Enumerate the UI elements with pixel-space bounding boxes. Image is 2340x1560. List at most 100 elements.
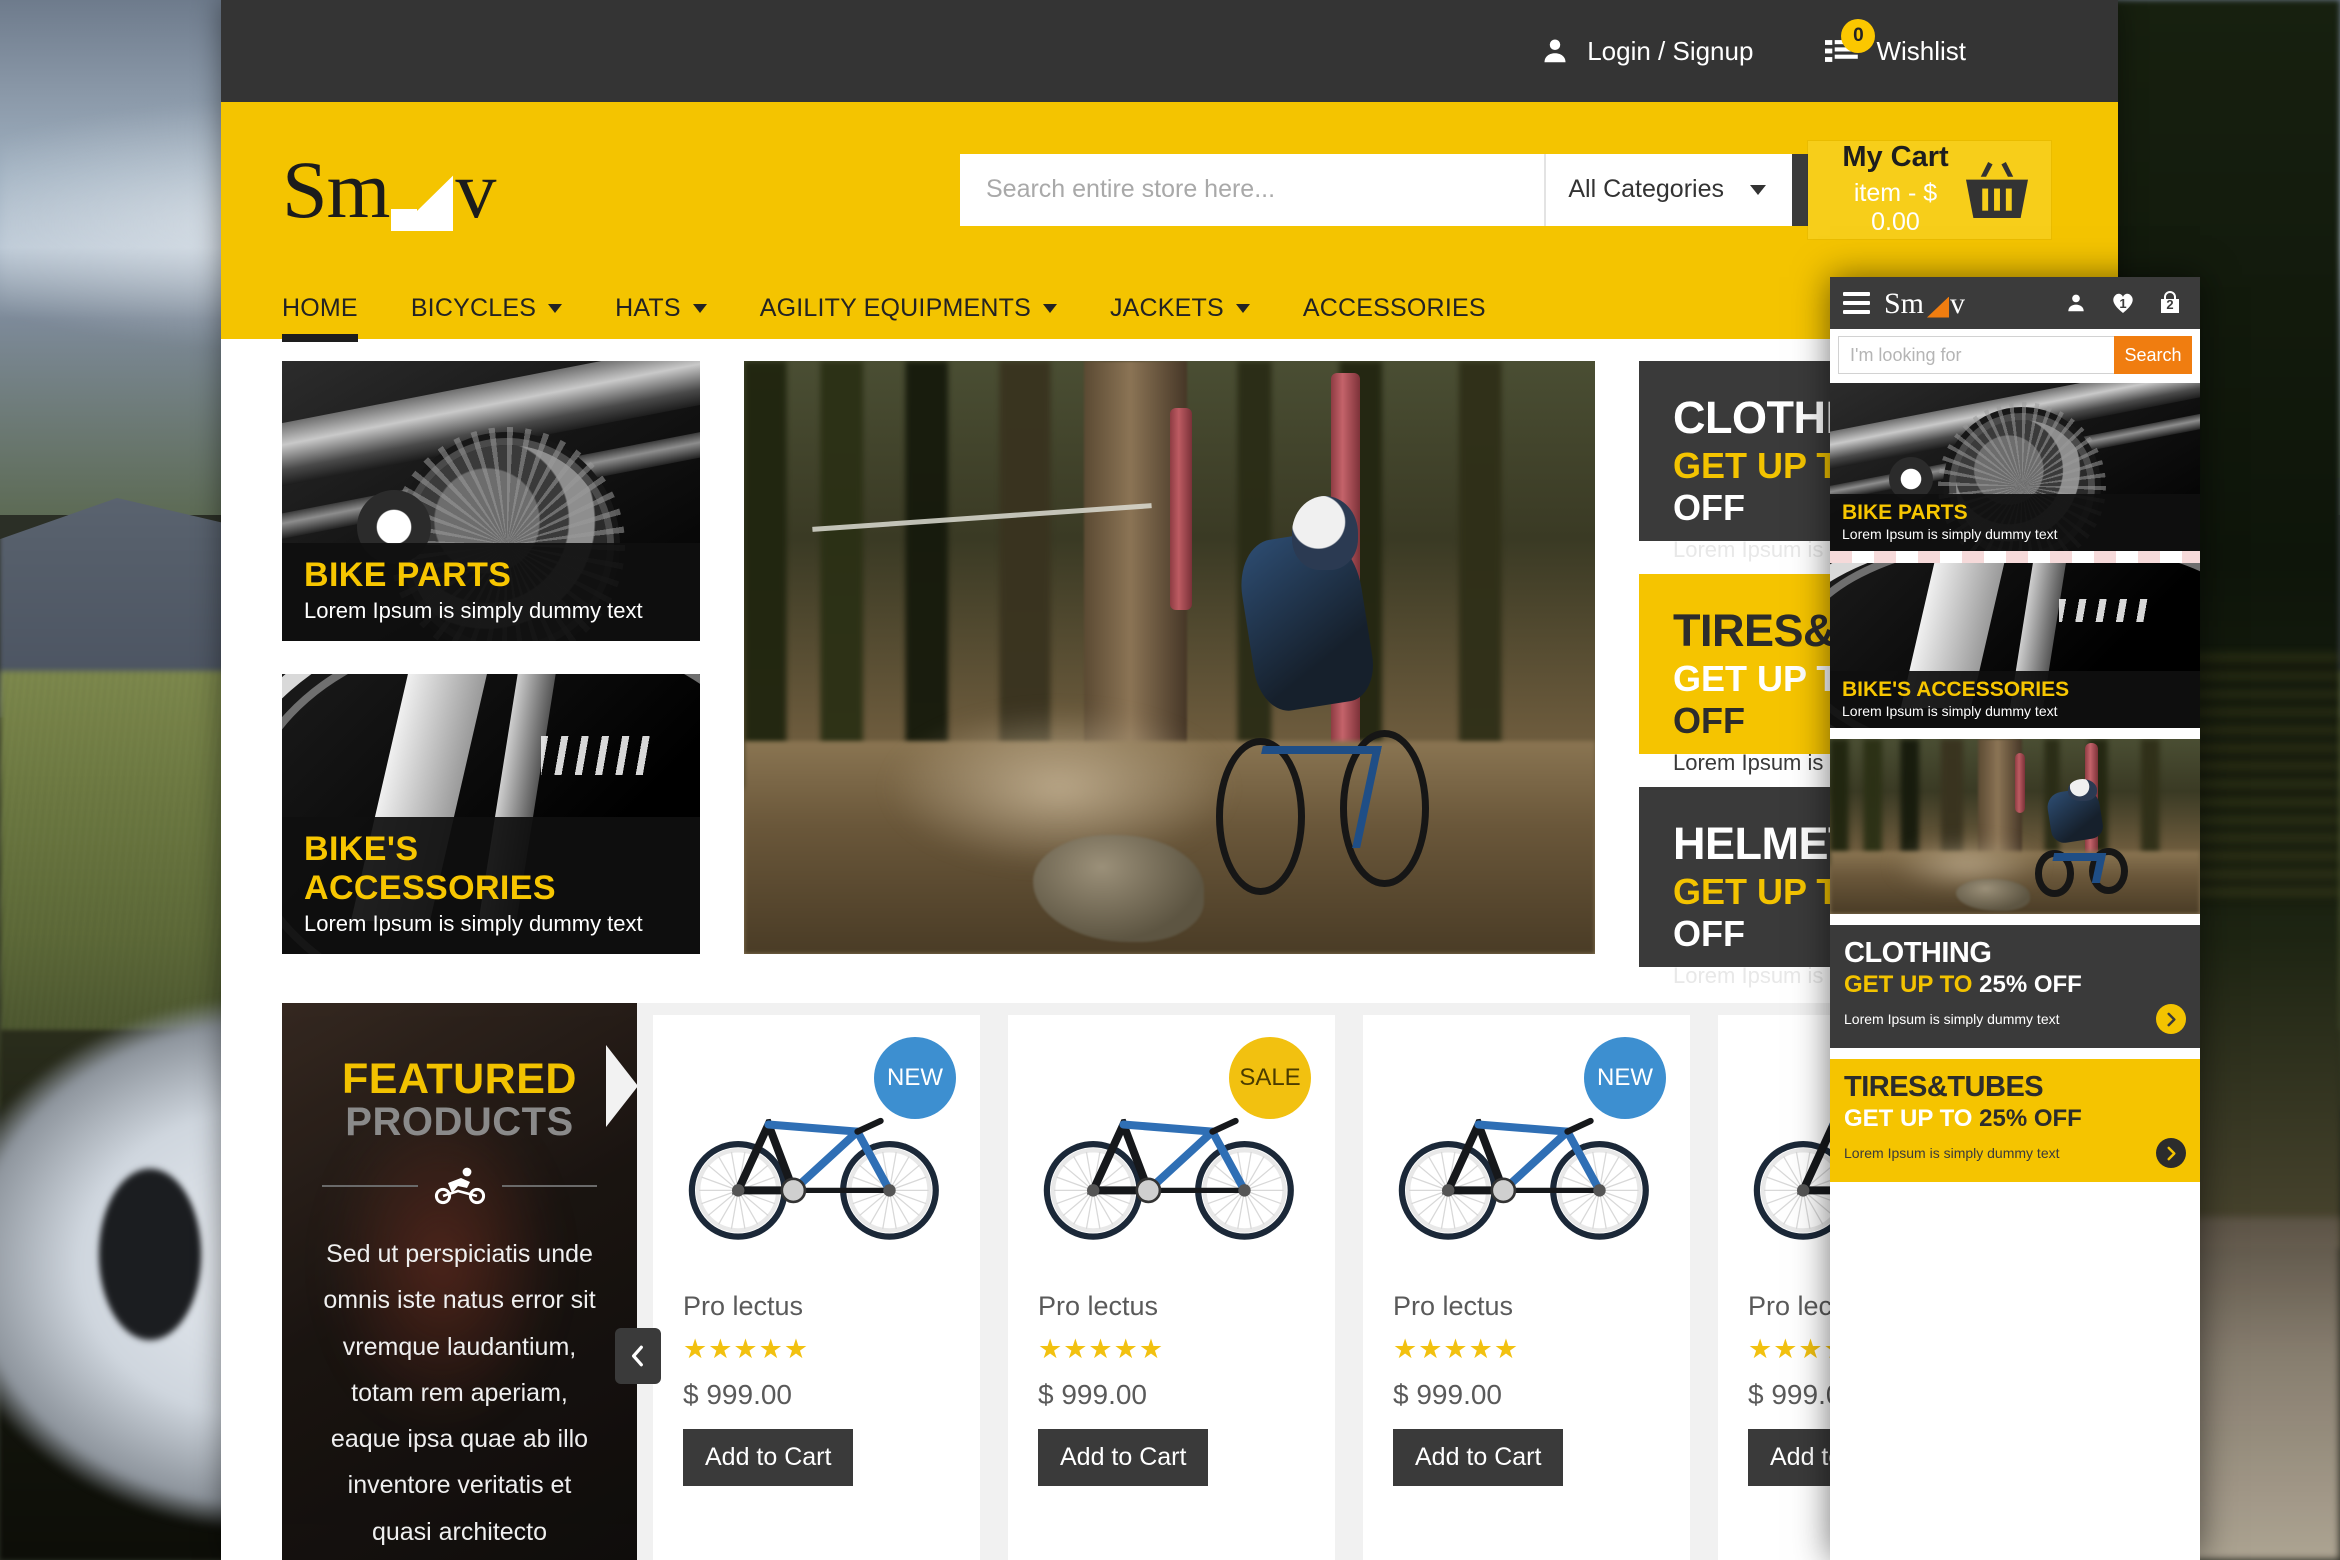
carousel-prev-button[interactable] bbox=[615, 1327, 661, 1384]
mobile-banner-subtitle: Lorem Ipsum is simply dummy text bbox=[1842, 526, 2058, 542]
logo-text-after: v bbox=[455, 143, 496, 235]
mobile-banner-bikes-accessories[interactable]: BIKE'S ACCESSORIES Lorem Ipsum is simply… bbox=[1830, 563, 2200, 728]
mobile-logo-text-after: v bbox=[1950, 286, 1966, 320]
mobile-hero-image[interactable] bbox=[1830, 739, 2200, 914]
search-input[interactable] bbox=[960, 153, 1545, 226]
mobile-wishlist-count: 1 bbox=[2119, 296, 2127, 312]
nav-item-label: BICYCLES bbox=[410, 293, 537, 322]
product-rating-stars: ★★★★★ bbox=[683, 1334, 810, 1364]
chevron-down-icon bbox=[1235, 303, 1250, 313]
mobile-banner-bike-parts[interactable]: BIKE PARTS Lorem Ipsum is simply dummy t… bbox=[1830, 383, 2200, 551]
mobile-divider-stripe bbox=[1830, 551, 2200, 563]
category-select[interactable]: All Categories bbox=[1544, 153, 1792, 226]
mobile-promo-offer: GET UP TO 25% OFF bbox=[1844, 971, 2186, 999]
mobile-logo[interactable]: Sm v bbox=[1884, 286, 1966, 320]
chevron-right-icon[interactable] bbox=[2156, 1138, 2186, 1168]
chevron-right-icon[interactable] bbox=[2156, 1004, 2186, 1034]
nav-item-agility-equipments[interactable]: AGILITY EQUIPMENTS bbox=[760, 294, 1057, 323]
product-name: Pro lectus bbox=[1393, 1291, 1514, 1321]
featured-body-text: Sed ut perspiciatis unde omnis iste natu… bbox=[323, 1240, 596, 1546]
wishlist-icon: 0 bbox=[1825, 19, 1876, 66]
product-card[interactable]: SALE Pro lectus ★★★★★ $ 999.00 Add to Cart bbox=[1008, 1015, 1335, 1560]
my-cart-button[interactable]: My Cart item - $ 0.00 bbox=[1808, 140, 2051, 239]
mobile-promo-offer-highlight: GET UP TO bbox=[1844, 1105, 1973, 1132]
hero-rider bbox=[1212, 495, 1433, 895]
site-logo[interactable]: Sm v bbox=[282, 143, 496, 235]
product-name: Pro lectus bbox=[1038, 1291, 1159, 1321]
chevron-down-icon bbox=[1750, 184, 1766, 195]
login-signup-label: Login / Signup bbox=[1587, 35, 1754, 66]
add-to-cart-button[interactable]: Add to Cart bbox=[683, 1429, 854, 1486]
mobile-wishlist-icon[interactable]: 1 bbox=[2111, 292, 2135, 314]
product-image-box: NEW bbox=[683, 1037, 956, 1281]
mobile-promo-bottom-row: Lorem Ipsum is simply dummy text bbox=[1844, 1004, 2186, 1034]
banner-title: BIKE PARTS bbox=[304, 556, 512, 594]
banner-bikes-accessories[interactable]: BIKE'S ACCESSORIES Lorem Ipsum is simply… bbox=[282, 674, 700, 954]
nav-item-hats[interactable]: HATS bbox=[615, 294, 707, 323]
product-image-box: SALE bbox=[1038, 1037, 1311, 1281]
top-utility-bar: Login / Signup 0 Wishlist bbox=[221, 0, 2118, 102]
nav-item-label: AGILITY EQUIPMENTS bbox=[759, 293, 1031, 322]
nav-item-home[interactable]: HOME bbox=[282, 294, 358, 342]
logo-text-before: Sm bbox=[282, 143, 390, 235]
mobile-banner-title: BIKE PARTS bbox=[1842, 501, 1968, 524]
mobile-account-icon[interactable] bbox=[2065, 292, 2087, 314]
mobile-promo-clothing[interactable]: CLOTHING GET UP TO 25% OFF Lorem Ipsum is … bbox=[1830, 925, 2200, 1048]
product-card[interactable]: NEW Pro lectus ★★★★★ $ 999.00 Add to Cart bbox=[1363, 1015, 1690, 1560]
top-banner-row: BIKE PARTS Lorem Ipsum is simply dummy t… bbox=[282, 361, 2057, 988]
mobile-logo-text-before: Sm bbox=[1884, 286, 1925, 320]
mobile-search-bar: Search bbox=[1830, 329, 2200, 383]
featured-divider bbox=[322, 1167, 597, 1205]
login-signup-link[interactable]: Login / Signup bbox=[1540, 36, 1753, 67]
product-price: $ 999.00 bbox=[1393, 1379, 1502, 1410]
cart-text-group: My Cart item - $ 0.00 bbox=[1830, 141, 1961, 237]
wishlist-count-badge: 0 bbox=[1841, 19, 1876, 53]
mobile-header: Sm v 1 2 bbox=[1830, 277, 2200, 329]
product-rating-stars: ★★★★★ bbox=[1038, 1334, 1165, 1364]
mobile-header-icons: 1 2 bbox=[2065, 291, 2187, 315]
chevron-down-icon bbox=[548, 303, 563, 313]
banner-bike-parts[interactable]: BIKE PARTS Lorem Ipsum is simply dummy t… bbox=[282, 361, 700, 641]
featured-content: FEATURED PRODUCTS Sed ut perspiciatis un… bbox=[322, 1055, 597, 1560]
chevron-down-icon bbox=[692, 303, 707, 313]
mobile-banner-subtitle: Lorem Ipsum is simply dummy text bbox=[1842, 703, 2058, 719]
add-to-cart-button[interactable]: Add to Cart bbox=[1393, 1429, 1564, 1486]
mobile-logo-wedge-icon bbox=[1925, 297, 1949, 318]
mobile-promo-title: TIRES&TUBES bbox=[1844, 1071, 2044, 1103]
hamburger-menu-icon[interactable] bbox=[1843, 292, 1870, 314]
mobile-banner-caption: BIKE PARTS Lorem Ipsum is simply dummy t… bbox=[1830, 494, 2200, 551]
nav-item-label: HATS bbox=[615, 293, 681, 322]
mobile-promo-gap bbox=[1830, 1048, 2200, 1059]
hero-image[interactable] bbox=[744, 361, 1595, 954]
nav-item-accessories[interactable]: ACCESSORIES bbox=[1303, 294, 1486, 323]
nav-item-jackets[interactable]: JACKETS bbox=[1110, 294, 1250, 323]
add-to-cart-button[interactable]: Add to Cart bbox=[1038, 1429, 1209, 1486]
mobile-hero-rider bbox=[2034, 778, 2130, 897]
mobile-promo-subtitle: Lorem Ipsum is simply dummy text bbox=[1844, 1145, 2060, 1161]
basket-icon bbox=[1966, 161, 2028, 218]
nav-item-label: JACKETS bbox=[1109, 293, 1224, 322]
mobile-search-button[interactable]: Search bbox=[2114, 336, 2192, 374]
product-badge: SALE bbox=[1229, 1037, 1311, 1119]
featured-title: FEATURED PRODUCTS bbox=[322, 1055, 597, 1145]
mobile-promo-offer-rest: 25% OFF bbox=[1972, 971, 2082, 998]
mobile-promo-bottom-row: Lorem Ipsum is simply dummy text bbox=[1844, 1138, 2186, 1168]
wishlist-link[interactable]: 0 Wishlist bbox=[1825, 19, 1966, 67]
mobile-search-input[interactable] bbox=[1838, 336, 2114, 374]
featured-subtitle: PRODUCTS bbox=[345, 1100, 574, 1144]
banner-caption: BIKE'S ACCESSORIES Lorem Ipsum is simply… bbox=[282, 817, 700, 954]
banner-caption: BIKE PARTS Lorem Ipsum is simply dummy t… bbox=[282, 543, 700, 641]
mobile-promo-tires-tubes[interactable]: TIRES&TUBES GET UP TO 25% OFF Lorem Ipsum … bbox=[1830, 1059, 2200, 1182]
featured-products-panel: FEATURED PRODUCTS Sed ut perspiciatis un… bbox=[282, 1003, 637, 1560]
wishlist-label: Wishlist bbox=[1876, 35, 1966, 66]
mobile-promo-offer-highlight: GET UP TO bbox=[1844, 971, 1973, 998]
mobile-promo-subtitle: Lorem Ipsum is simply dummy text bbox=[1844, 1011, 2060, 1027]
mobile-bag-icon[interactable]: 2 bbox=[2159, 291, 2181, 315]
nav-item-bicycles[interactable]: BICYCLES bbox=[410, 293, 563, 323]
site-header: Sm v All Categories My Cart item - $ 0.0… bbox=[221, 102, 2118, 277]
mobile-promo-offer: GET UP TO 25% OFF bbox=[1844, 1105, 2186, 1133]
product-image-box: NEW bbox=[1393, 1037, 1666, 1281]
mobile-gap-1 bbox=[1830, 728, 2200, 739]
mobile-promo-list: CLOTHING GET UP TO 25% OFF Lorem Ipsum is … bbox=[1830, 925, 2200, 1182]
product-card[interactable]: NEW Pro lectus ★★★★★ $ 999.00 Add to Cart bbox=[653, 1015, 980, 1560]
